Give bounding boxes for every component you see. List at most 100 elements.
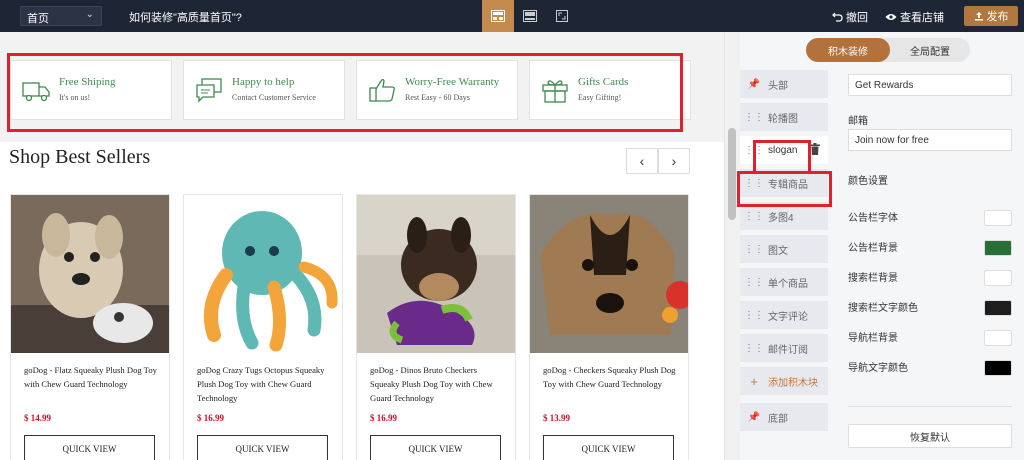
scrollbar-thumb[interactable] bbox=[728, 128, 736, 220]
preview-scrollbar[interactable] bbox=[724, 32, 740, 460]
block-label: 多图4 bbox=[768, 212, 794, 224]
highlight-box bbox=[737, 171, 832, 207]
color-row-search-text: 搜索栏文字颜色 bbox=[848, 299, 1012, 319]
drag-handle-icon[interactable]: ⋮⋮ bbox=[740, 112, 768, 123]
desktop-view-button[interactable] bbox=[482, 0, 514, 32]
best-sellers-section: Shop Best Sellers ‹ › goDog - Flatz Sque… bbox=[0, 142, 724, 460]
expand-icon bbox=[556, 10, 568, 22]
section-title: Shop Best Sellers bbox=[9, 146, 151, 168]
drag-handle-icon[interactable]: ⋮⋮ bbox=[740, 343, 768, 354]
block-label: 轮播图 bbox=[768, 113, 798, 125]
fullscreen-button[interactable] bbox=[546, 0, 578, 32]
drag-handle-icon[interactable]: ⋮⋮ bbox=[740, 244, 768, 255]
block-item-email-subscribe[interactable]: ⋮⋮ 邮件订阅 bbox=[740, 334, 828, 362]
product-image-dinos[interactable] bbox=[357, 195, 515, 353]
product-card[interactable]: goDog - Checkers Squeaky Plush Dog Toy w… bbox=[529, 194, 689, 460]
quick-view-button[interactable]: QUICK VIEW bbox=[370, 435, 501, 460]
quick-view-button[interactable]: QUICK VIEW bbox=[24, 435, 155, 460]
add-block-button[interactable]: + 添加积木块 bbox=[740, 367, 828, 395]
layout-alt-icon bbox=[523, 10, 537, 22]
color-swatch[interactable] bbox=[984, 240, 1012, 256]
color-label: 导航栏背景 bbox=[848, 333, 898, 344]
upload-icon bbox=[974, 12, 983, 21]
block-settings: Get Rewards 邮箱 Join now for free 颜色设置 公告… bbox=[848, 32, 1024, 460]
product-name[interactable]: goDog - Flatz Squeaky Plush Dog Toy with… bbox=[24, 363, 158, 391]
block-label: 头部 bbox=[768, 80, 788, 92]
block-label: 单个商品 bbox=[768, 278, 808, 290]
email-input[interactable]: Join now for free bbox=[848, 129, 1012, 151]
view-store-label: 查看店铺 bbox=[900, 12, 944, 24]
color-row-announce-font: 公告栏字体 bbox=[848, 209, 1012, 229]
color-swatch[interactable] bbox=[984, 270, 1012, 286]
page-select[interactable]: 首页 ⌄ bbox=[20, 6, 102, 26]
reset-default-button[interactable]: 恢复默认 bbox=[848, 424, 1012, 448]
block-item-image-text[interactable]: ⋮⋮ 图文 bbox=[740, 235, 828, 263]
product-name[interactable]: goDog - Dinos Bruto Checkers Squeaky Plu… bbox=[370, 363, 504, 405]
view-store-button[interactable]: 查看店铺 bbox=[885, 9, 944, 25]
pin-icon: 📌 bbox=[747, 411, 761, 423]
color-label: 公告栏背景 bbox=[848, 243, 898, 254]
color-swatch[interactable] bbox=[984, 360, 1012, 376]
layout-icon bbox=[491, 10, 505, 22]
product-price: $ 13.99 bbox=[543, 413, 570, 423]
block-label: 图文 bbox=[768, 245, 788, 257]
chevron-right-icon: › bbox=[671, 153, 677, 169]
color-swatch[interactable] bbox=[984, 330, 1012, 346]
product-price: $ 16.99 bbox=[197, 413, 224, 423]
product-card[interactable]: goDog - Dinos Bruto Checkers Squeaky Plu… bbox=[356, 194, 516, 460]
color-settings-header: 颜色设置 bbox=[848, 172, 1024, 194]
product-card[interactable]: goDog Crazy Tugs Octopus Squeaky Plush D… bbox=[183, 194, 343, 460]
block-item-header[interactable]: 📌 头部 bbox=[740, 70, 828, 98]
carousel-prev-button[interactable]: ‹ bbox=[626, 148, 658, 174]
block-label: 邮件订阅 bbox=[768, 344, 808, 356]
color-swatch[interactable] bbox=[984, 300, 1012, 316]
undo-button[interactable]: 撤回 bbox=[832, 9, 868, 25]
color-row-nav-text: 导航文字颜色 bbox=[848, 359, 1012, 379]
eye-icon bbox=[885, 14, 897, 20]
color-row-announce-bg: 公告栏背景 bbox=[848, 239, 1012, 259]
color-swatch[interactable] bbox=[984, 210, 1012, 226]
product-price: $ 16.99 bbox=[370, 413, 397, 423]
publish-button[interactable]: 发布 bbox=[964, 6, 1018, 26]
undo-icon bbox=[832, 12, 843, 22]
block-list: 📌 头部 ⋮⋮ 轮播图 ⋮⋮ slogan ⋮⋮ 专辑商品 ⋮⋮ 多图4 ⋮⋮ 图文 ⋮⋮ 单… bbox=[740, 70, 840, 460]
publish-label: 发布 bbox=[986, 11, 1009, 23]
color-settings-label: 颜色设置 bbox=[848, 176, 888, 187]
trash-icon[interactable] bbox=[810, 143, 820, 155]
chevron-left-icon: ‹ bbox=[639, 153, 645, 169]
product-card[interactable]: goDog - Flatz Squeaky Plush Dog Toy with… bbox=[10, 194, 170, 460]
quick-view-button[interactable]: QUICK VIEW bbox=[543, 435, 674, 460]
page-select-value: 首页 bbox=[27, 13, 49, 25]
block-label: 添加积木块 bbox=[768, 377, 818, 389]
block-item-text-review[interactable]: ⋮⋮ 文字评论 bbox=[740, 301, 828, 329]
quick-view-button[interactable]: QUICK VIEW bbox=[197, 435, 328, 460]
drag-handle-icon[interactable]: ⋮⋮ bbox=[740, 211, 768, 222]
mobile-view-button[interactable] bbox=[514, 0, 546, 32]
product-name[interactable]: goDog Crazy Tugs Octopus Squeaky Plush D… bbox=[197, 363, 331, 405]
store-preview: Free Shiping It's on us! Happy to help C… bbox=[0, 32, 724, 460]
product-image-checkers[interactable] bbox=[530, 195, 688, 353]
email-label: 邮箱 bbox=[848, 116, 868, 127]
highlight-box bbox=[753, 140, 811, 174]
pin-icon: 📌 bbox=[747, 78, 761, 90]
color-label: 搜索栏文字颜色 bbox=[848, 303, 918, 314]
block-item-single-product[interactable]: ⋮⋮ 单个商品 bbox=[740, 268, 828, 296]
chevron-down-icon: ⌄ bbox=[85, 9, 94, 20]
product-name[interactable]: goDog - Checkers Squeaky Plush Dog Toy w… bbox=[543, 363, 677, 391]
block-item-carousel[interactable]: ⋮⋮ 轮播图 bbox=[740, 103, 828, 131]
editor-title: 如何装修"高质量首页"? bbox=[129, 12, 242, 24]
drag-handle-icon[interactable]: ⋮⋮ bbox=[740, 310, 768, 321]
color-row-search-bg: 搜索栏背景 bbox=[848, 269, 1012, 289]
block-label: 底部 bbox=[768, 413, 788, 425]
carousel-next-button[interactable]: › bbox=[658, 148, 690, 174]
rewards-input[interactable]: Get Rewards bbox=[848, 74, 1012, 96]
color-row-nav-bg: 导航栏背景 bbox=[848, 329, 1012, 349]
plus-icon: + bbox=[750, 373, 758, 389]
product-image-dog-flatz[interactable] bbox=[11, 195, 169, 353]
drag-handle-icon[interactable]: ⋮⋮ bbox=[740, 277, 768, 288]
product-price: $ 14.99 bbox=[24, 413, 51, 423]
undo-label: 撤回 bbox=[846, 12, 868, 24]
color-label: 搜索栏背景 bbox=[848, 273, 898, 284]
product-image-octopus[interactable] bbox=[184, 195, 342, 353]
block-item-footer[interactable]: 📌 底部 bbox=[740, 403, 828, 431]
